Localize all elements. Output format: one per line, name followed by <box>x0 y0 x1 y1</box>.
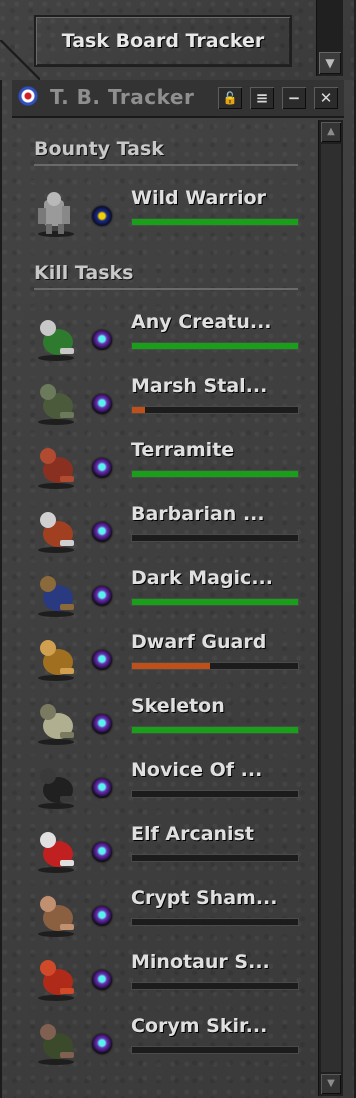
lock-icon[interactable]: 🔓 <box>218 87 242 109</box>
orb-icon <box>92 458 112 478</box>
window-title: T. B. Tracker <box>50 85 195 109</box>
scroll-up-arrow-icon[interactable]: ▲ <box>321 122 341 142</box>
orb-icon <box>92 330 112 350</box>
task-name: Marsh Stal... <box>131 375 268 397</box>
progress-bar <box>131 854 299 862</box>
star-orb-icon <box>92 206 112 226</box>
task-name: Terramite <box>131 439 235 461</box>
progress-bar <box>131 662 299 670</box>
progress-bar <box>131 726 299 734</box>
task-board-panel: Task Board Tracker ▼ <box>0 0 356 80</box>
dwarf-guard-sprite-icon <box>38 640 74 681</box>
tracker-window: T. B. Tracker 🔓 ≡ − ✕ ▲ ▼ Bounty Task Wi… <box>0 80 356 1098</box>
minimize-icon[interactable]: − <box>282 87 306 109</box>
crypt-shambler-sprite-icon <box>38 896 74 937</box>
marsh-stalker-sprite-icon <box>38 384 74 425</box>
orb-icon <box>92 906 112 926</box>
bounty-task-header: Bounty Task <box>34 136 298 166</box>
progress-fill <box>132 727 298 733</box>
window-title-bar[interactable]: T. B. Tracker 🔓 ≡ − ✕ <box>12 80 344 118</box>
kill-task-row[interactable]: Skeleton <box>30 692 310 752</box>
kill-task-row[interactable]: Novice Of ... <box>30 756 310 816</box>
task-name: Novice Of ... <box>131 759 263 781</box>
terramite-sprite-icon <box>38 448 74 489</box>
novice-sprite-icon <box>38 768 74 809</box>
progress-bar <box>131 1046 299 1054</box>
kill-task-row[interactable]: Elf Arcanist <box>30 820 310 880</box>
task-name: Dark Magic... <box>131 567 273 589</box>
progress-fill <box>132 219 298 225</box>
kill-tasks-header: Kill Tasks <box>34 260 298 290</box>
task-name: Minotaur S... <box>131 951 270 973</box>
task-board-tracker-button[interactable]: Task Board Tracker <box>34 15 292 67</box>
orb-icon <box>92 778 112 798</box>
kill-task-row[interactable]: Dark Magic... <box>30 564 310 624</box>
orb-icon <box>92 714 112 734</box>
progress-bar <box>131 598 299 606</box>
scroll-down-arrow-icon[interactable]: ▼ <box>319 52 341 74</box>
progress-bar <box>131 342 299 350</box>
kill-task-row[interactable]: Terramite <box>30 436 310 496</box>
corym-skirmisher-sprite-icon <box>38 1024 74 1065</box>
wild-warrior-sprite-icon <box>38 192 74 237</box>
menu-icon[interactable]: ≡ <box>250 87 274 109</box>
dark-magician-sprite-icon <box>38 576 74 617</box>
kill-task-row[interactable]: Dwarf Guard <box>30 628 310 688</box>
task-name: Wild Warrior <box>131 187 266 209</box>
progress-bar <box>131 534 299 542</box>
progress-bar <box>131 790 299 798</box>
progress-fill <box>132 599 298 605</box>
any-creature-sprite-icon <box>38 320 74 361</box>
kill-task-row[interactable]: Marsh Stal... <box>30 372 310 432</box>
orb-icon <box>92 970 112 990</box>
scroll-down-arrow-icon[interactable]: ▼ <box>321 1074 341 1094</box>
progress-bar <box>131 982 299 990</box>
task-board-scrollbar[interactable]: ▼ <box>316 0 343 76</box>
kill-task-row[interactable]: Corym Skir... <box>30 1012 310 1072</box>
orb-icon <box>92 650 112 670</box>
task-name: Corym Skir... <box>131 1015 268 1037</box>
orb-icon <box>92 1034 112 1054</box>
kill-task-row[interactable]: Barbarian ... <box>30 500 310 560</box>
close-icon[interactable]: ✕ <box>314 87 338 109</box>
task-name: Any Creatu... <box>131 311 272 333</box>
task-name: Crypt Sham... <box>131 887 278 909</box>
bounty-task-row[interactable]: Wild Warrior <box>30 184 310 244</box>
barbarian-sprite-icon <box>38 512 74 553</box>
orb-icon <box>92 394 112 414</box>
kill-task-row[interactable]: Minotaur S... <box>30 948 310 1008</box>
orb-icon <box>92 522 112 542</box>
progress-bar <box>131 218 299 226</box>
progress-fill <box>132 343 298 349</box>
orb-icon <box>92 586 112 606</box>
progress-bar <box>131 470 299 478</box>
elf-arcanist-sprite-icon <box>38 832 74 873</box>
kill-task-row[interactable]: Any Creatu... <box>30 308 310 368</box>
progress-bar <box>131 406 299 414</box>
task-name: Dwarf Guard <box>131 631 267 653</box>
tracker-scrollbar[interactable]: ▲ ▼ <box>318 120 343 1096</box>
scroll-track[interactable] <box>321 144 341 1072</box>
task-name: Barbarian ... <box>131 503 265 525</box>
progress-fill <box>132 407 146 413</box>
progress-fill <box>132 471 298 477</box>
task-name: Skeleton <box>131 695 225 717</box>
minotaur-sprite-icon <box>38 960 74 1001</box>
task-name: Elf Arcanist <box>131 823 254 845</box>
progress-bar <box>131 918 299 926</box>
orb-icon <box>92 842 112 862</box>
progress-fill <box>132 663 211 669</box>
target-logo-icon <box>18 86 38 106</box>
kill-task-row[interactable]: Crypt Sham... <box>30 884 310 944</box>
skeleton-sprite-icon <box>38 704 74 745</box>
